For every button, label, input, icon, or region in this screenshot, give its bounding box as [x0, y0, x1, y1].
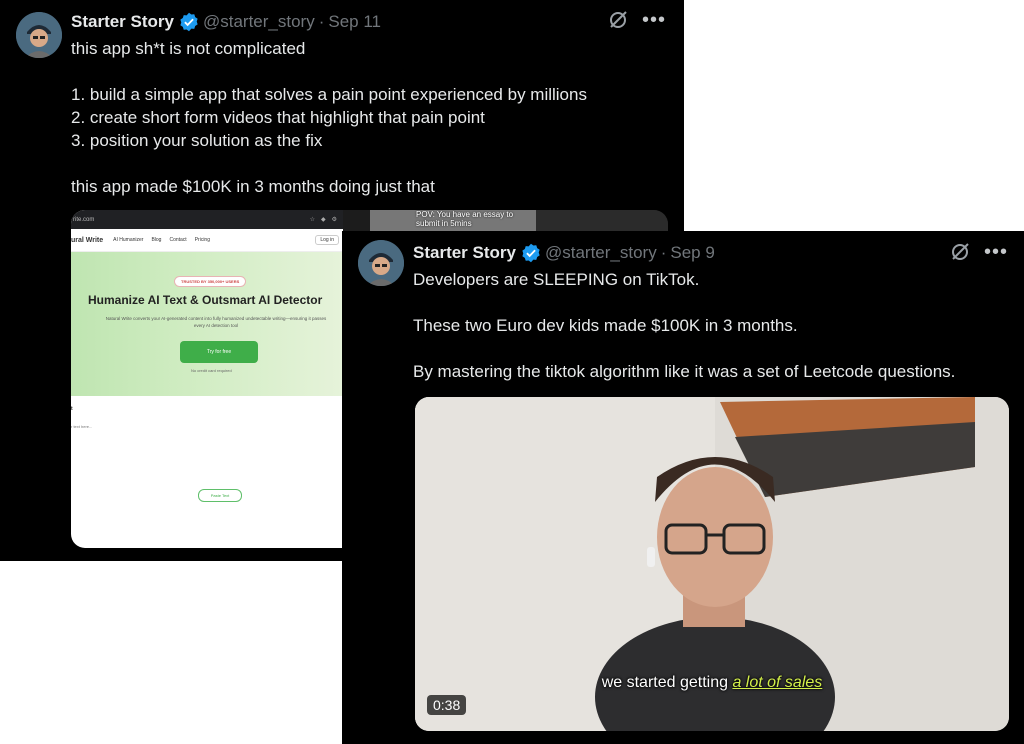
tweet-header: Starter Story @starter_story · Sep 11	[71, 12, 381, 32]
tweet-actions: •••	[608, 10, 666, 30]
comment-thumbnail	[536, 210, 668, 232]
video-thumbnail: POV: You have an essay to submit in 5min…	[370, 210, 536, 232]
verified-badge-icon	[180, 12, 198, 32]
tweet-line: Developers are SLEEPING on TikTok.	[413, 270, 700, 289]
author-handle[interactable]: @starter_story	[545, 243, 657, 263]
tweet-video[interactable]: we started getting a lot of sales 0:38	[415, 397, 1009, 731]
separator: ·	[660, 243, 667, 262]
caption-highlight: a lot of sales	[732, 674, 823, 691]
browser-bar: rite.com ☆ ◆ ⚙	[71, 210, 343, 229]
video-duration: 0:38	[427, 695, 467, 715]
grok-icon[interactable]	[608, 10, 628, 30]
more-icon[interactable]: •••	[984, 242, 1008, 262]
browser-icons: ☆ ◆ ⚙	[309, 217, 337, 223]
site-cta-note: No credit card required	[191, 368, 232, 373]
caption-text: we started getting	[601, 674, 728, 691]
tweet-line: 2. create short form videos that highlig…	[71, 108, 485, 127]
browser-url: rite.com	[73, 216, 95, 223]
video-caption: POV: You have an essay to submit in 5min…	[416, 210, 514, 228]
tweet-text: Developers are SLEEPING on TikTok. These…	[413, 268, 955, 383]
tweet-line: this app made $100K in 3 months doing ju…	[71, 177, 435, 196]
author-name[interactable]: Starter Story	[71, 12, 174, 32]
video-caption: we started getting a lot of sales	[415, 674, 1009, 692]
grok-icon[interactable]	[950, 242, 970, 262]
site-subtitle: Natural Write converts your AI-generated…	[105, 316, 327, 328]
site-input-placeholder: r text here...	[71, 424, 93, 429]
site-paste-button: Paste Text	[198, 489, 242, 502]
author-handle[interactable]: @starter_story	[203, 12, 315, 32]
site-nav-link: Pricing	[194, 237, 210, 243]
tweet-line: By mastering the tiktok algorithm like i…	[413, 362, 956, 381]
avatar[interactable]	[16, 12, 62, 58]
tweet-header: Starter Story @starter_story · Sep 9	[413, 243, 715, 263]
site-badge: TRUSTED BY 350,000+ USERS	[174, 276, 247, 287]
tweet-actions: •••	[950, 242, 1008, 262]
tweet-2[interactable]: Starter Story @starter_story · Sep 9 •••…	[342, 231, 1024, 744]
site-nav: ural Write AI Humanizer Blog Contact Pri…	[71, 229, 343, 252]
tweet-line: 3. position your solution as the fix	[71, 131, 323, 150]
verified-badge-icon	[522, 243, 540, 263]
tweet-date[interactable]: Sep 9	[670, 243, 714, 263]
site-title: Humanize AI Text & Outsmart AI Detector	[88, 293, 323, 307]
tweet-date[interactable]: Sep 11	[328, 12, 381, 32]
site-nav-link: Contact	[169, 237, 187, 243]
more-icon[interactable]: •••	[642, 10, 666, 30]
site-hero: TRUSTED BY 350,000+ USERS Humanize AI Te…	[71, 252, 343, 396]
tweet-line: 1. build a simple app that solves a pain…	[71, 85, 587, 104]
site-cta-button: Try for free	[180, 341, 258, 363]
site-brand: ural Write	[71, 236, 104, 244]
site-nav-link: Blog	[151, 237, 162, 243]
website-screenshot: rite.com ☆ ◆ ⚙ ural Write AI Humanizer Blo…	[71, 210, 343, 548]
site-input-area: t r text here... Paste Text	[71, 396, 343, 546]
avatar[interactable]	[358, 240, 404, 286]
tweet-line: this app sh*t is not complicated	[71, 39, 306, 58]
author-name[interactable]: Starter Story	[413, 243, 516, 263]
site-nav-link: AI Humanizer	[113, 237, 144, 243]
separator: ·	[318, 12, 325, 31]
site-login: Log in	[315, 235, 339, 245]
site-input-label: t	[71, 406, 73, 412]
tweet-line: These two Euro dev kids made $100K in 3 …	[413, 316, 798, 335]
tweet-text: this app sh*t is not complicated 1. buil…	[71, 37, 587, 198]
